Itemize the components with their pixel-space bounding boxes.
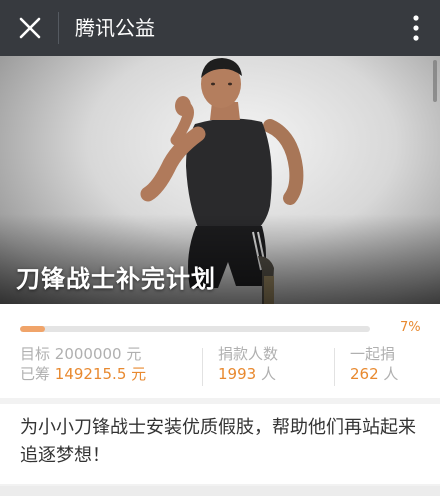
together-unit: 人	[383, 365, 399, 383]
together-value: 262	[350, 365, 379, 383]
page-title: 腾讯公益	[75, 16, 155, 40]
target-label: 目标	[20, 345, 51, 363]
together-row: 262 人	[350, 364, 398, 384]
together-column[interactable]: 一起捐 262 人	[350, 344, 398, 384]
hero-banner[interactable]: 刀锋战士补完计划	[0, 56, 440, 304]
campaign-title: 刀锋战士补完计划	[16, 265, 216, 293]
next-card-edge	[0, 486, 440, 496]
raised-label: 已筹	[20, 365, 51, 383]
donors-row: 1993 人	[218, 364, 278, 384]
more-vertical-icon[interactable]	[410, 12, 422, 44]
campaign-description-card: 为小小刀锋战士安装优质假肢，帮助他们再站起来追逐梦想！	[0, 404, 440, 484]
top-navigation-bar: 腾讯公益	[0, 0, 440, 56]
donors-column: 捐款人数 1993 人	[218, 344, 278, 384]
raised-unit: 元	[131, 365, 147, 383]
close-icon[interactable]	[14, 12, 46, 44]
raised-value: 149215.5	[54, 365, 127, 383]
target-raised-column: 目标 2000000 元 已筹 149215.5 元	[20, 344, 146, 384]
progress-bar-fill	[20, 326, 45, 332]
target-value: 2000000	[54, 345, 122, 363]
donation-stats-panel: 7% 目标 2000000 元 已筹 149215.5 元 捐款人数 1993 …	[0, 304, 440, 398]
donors-label: 捐款人数	[218, 345, 279, 363]
header-divider	[58, 12, 59, 44]
column-divider	[334, 348, 335, 386]
target-unit: 元	[126, 345, 142, 363]
together-label: 一起捐	[350, 345, 396, 363]
donors-value: 1993	[218, 365, 257, 383]
raised-row: 已筹 149215.5 元	[20, 364, 146, 384]
progress-bar	[20, 326, 370, 332]
campaign-description: 为小小刀锋战士安装优质假肢，帮助他们再站起来追逐梦想！	[20, 417, 416, 466]
target-row: 目标 2000000 元	[20, 344, 146, 364]
donors-unit: 人	[260, 365, 276, 383]
column-divider	[202, 348, 203, 386]
page-scrollbar[interactable]	[433, 60, 437, 102]
progress-percent: 7%	[400, 320, 421, 335]
